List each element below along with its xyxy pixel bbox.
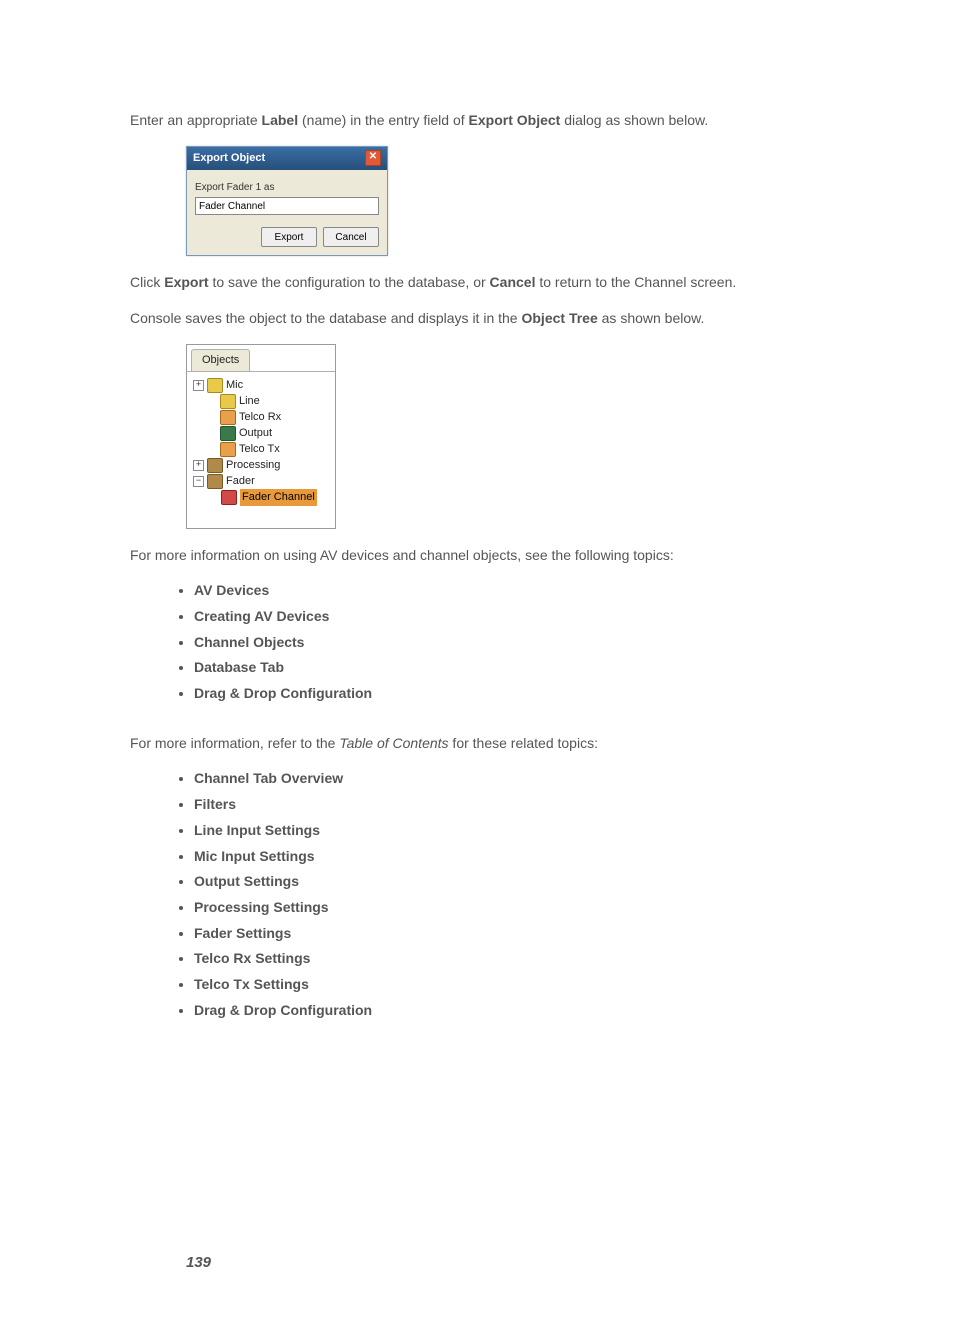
list-item: Filters <box>194 794 824 816</box>
list-item: Line Input Settings <box>194 820 824 842</box>
object-tree-bold: Object Tree <box>521 310 597 326</box>
close-icon[interactable]: ✕ <box>365 150 381 166</box>
export-label-text: Export Fader 1 as <box>195 180 379 196</box>
export-button[interactable]: Export <box>261 227 317 247</box>
paragraph-console-saves: Console saves the object to the database… <box>130 308 824 330</box>
text: dialog as shown below. <box>560 112 708 128</box>
expand-icon[interactable]: + <box>193 460 204 471</box>
list-item: Drag & Drop Configuration <box>194 683 824 705</box>
tree-label: Mic <box>226 377 243 394</box>
text: Click <box>130 274 164 290</box>
export-name-input[interactable] <box>195 197 379 215</box>
text: for these related topics: <box>449 735 598 751</box>
list-item: Channel Tab Overview <box>194 768 824 790</box>
list-item: Output Settings <box>194 871 824 893</box>
text: For more information, refer to the <box>130 735 339 751</box>
cancel-bold: Cancel <box>490 274 536 290</box>
document-page: Enter an appropriate Label (name) in the… <box>0 0 954 1335</box>
topic-list-a: AV Devices Creating AV Devices Channel O… <box>130 580 824 704</box>
dialog-title-text: Export Object <box>193 150 265 167</box>
tree-node-processing[interactable]: + Processing <box>193 458 329 474</box>
text: (name) in the entry field of <box>298 112 468 128</box>
tree-label: Output <box>239 425 272 442</box>
tree-body: + Mic Line Telco Rx Output <box>187 371 335 528</box>
export-object-dialog: Export Object ✕ Export Fader 1 as Export… <box>186 146 388 257</box>
tree-node-telco-tx[interactable]: Telco Tx <box>193 442 329 458</box>
paragraph-more-info-2: For more information, refer to the Table… <box>130 733 824 755</box>
tree-label: Telco Tx <box>239 441 280 458</box>
dialog-button-row: Export Cancel <box>195 227 379 247</box>
tree-label: Fader <box>226 473 255 490</box>
text: as shown below. <box>598 310 705 326</box>
list-item: Database Tab <box>194 657 824 679</box>
processing-icon <box>207 458 223 473</box>
mic-icon <box>207 378 223 393</box>
cancel-button[interactable]: Cancel <box>323 227 379 247</box>
output-icon <box>220 426 236 441</box>
paragraph-more-info-1: For more information on using AV devices… <box>130 545 824 567</box>
page-number: 139 <box>186 1251 824 1274</box>
dialog-titlebar: Export Object ✕ <box>187 147 387 170</box>
topic-list-b: Channel Tab Overview Filters Line Input … <box>130 768 824 1021</box>
telco-rx-icon <box>220 410 236 425</box>
list-item: Telco Tx Settings <box>194 974 824 996</box>
fader-channel-icon <box>221 490 237 505</box>
line-icon <box>220 394 236 409</box>
tree-node-output[interactable]: Output <box>193 426 329 442</box>
fader-icon <box>207 474 223 489</box>
paragraph-click-export: Click Export to save the configuration t… <box>130 272 824 294</box>
list-item: Drag & Drop Configuration <box>194 1000 824 1022</box>
list-item: Telco Rx Settings <box>194 948 824 970</box>
toc-italic: Table of Contents <box>339 735 448 751</box>
export-bold: Export <box>164 274 208 290</box>
tree-label: Line <box>239 393 260 410</box>
list-item: Creating AV Devices <box>194 606 824 628</box>
list-item: Processing Settings <box>194 897 824 919</box>
paragraph-intro: Enter an appropriate Label (name) in the… <box>130 110 824 132</box>
tree-node-mic[interactable]: + Mic <box>193 378 329 394</box>
tree-label-selected: Fader Channel <box>240 489 317 506</box>
text: to save the configuration to the databas… <box>209 274 490 290</box>
object-tree-panel: Objects + Mic Line Telco Rx <box>186 344 336 529</box>
dialog-body: Export Fader 1 as Export Cancel <box>187 170 387 256</box>
label-bold: Label <box>262 112 299 128</box>
text: to return to the Channel screen. <box>535 274 736 290</box>
collapse-icon[interactable]: − <box>193 476 204 487</box>
tree-label: Processing <box>226 457 280 474</box>
list-item: Mic Input Settings <box>194 846 824 868</box>
tree-node-line[interactable]: Line <box>193 394 329 410</box>
tree-node-fader[interactable]: − Fader <box>193 474 329 490</box>
tree-node-telco-rx[interactable]: Telco Rx <box>193 410 329 426</box>
tree-node-fader-channel[interactable]: Fader Channel <box>193 490 329 506</box>
export-object-bold: Export Object <box>469 112 561 128</box>
text: Enter an appropriate <box>130 112 262 128</box>
list-item: Channel Objects <box>194 632 824 654</box>
text: Console saves the object to the database… <box>130 310 521 326</box>
list-item: Fader Settings <box>194 923 824 945</box>
list-item: AV Devices <box>194 580 824 602</box>
export-object-dialog-figure: Export Object ✕ Export Fader 1 as Export… <box>186 146 824 257</box>
tree-label: Telco Rx <box>239 409 281 426</box>
telco-tx-icon <box>220 442 236 457</box>
expand-icon[interactable]: + <box>193 380 204 391</box>
objects-tab[interactable]: Objects <box>191 349 250 371</box>
object-tree-figure: Objects + Mic Line Telco Rx <box>186 344 824 529</box>
